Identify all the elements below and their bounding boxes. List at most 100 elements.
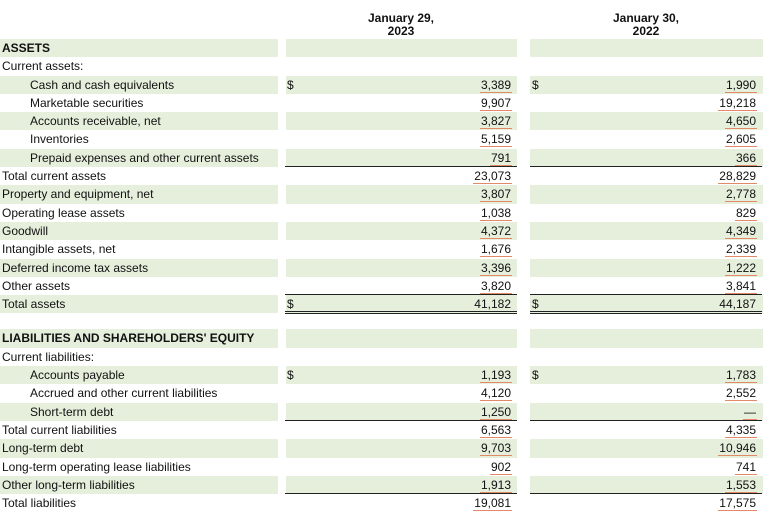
row-label: ASSETS	[2, 41, 51, 55]
value-text: 4,372	[479, 223, 512, 239]
double-underline	[285, 311, 517, 315]
value-text: 1,250	[479, 404, 512, 420]
underline	[530, 166, 762, 168]
row-label: Accounts payable	[30, 368, 125, 383]
table-row: Accounts payable $ $1,193 1,783	[0, 366, 763, 385]
value-text: 366	[734, 150, 757, 166]
value-cell: 28,829	[530, 167, 757, 185]
row-label: Goodwill	[2, 223, 49, 238]
value-text: 9,907	[479, 95, 512, 111]
table-row: Current assets:	[0, 57, 763, 75]
value-cell: 902	[285, 458, 512, 476]
value-text: 1,913	[479, 477, 512, 493]
value-text: 10,946	[718, 441, 757, 457]
value-cell: 41,182	[285, 295, 512, 313]
value-cell: 741	[530, 458, 757, 476]
value-cell: 23,073	[285, 167, 512, 185]
value-cell: 3,827	[285, 112, 512, 130]
value-cell: 44,187	[530, 295, 757, 313]
value-text: 4,349	[724, 223, 757, 239]
row-label: Accrued and other current liabilities	[30, 386, 218, 401]
value-text: —	[743, 404, 757, 420]
table-row: LIABILITIES AND SHAREHOLDERS' EQUITY	[0, 329, 763, 349]
table-row: Accounts receivable, net 3,827 4,650	[0, 112, 763, 131]
value-cell: 9,703	[285, 439, 512, 457]
column-header-line: 2022	[632, 24, 660, 38]
value-text: 1,553	[724, 477, 757, 493]
value-cell: 1,250	[285, 403, 512, 421]
value-cell: 19,081	[285, 494, 512, 512]
value-text: 3,827	[479, 114, 512, 130]
value-cell: 4,120	[285, 384, 512, 402]
underline	[285, 166, 517, 168]
value-text: 829	[734, 205, 757, 221]
table-row: Deferred income tax assets 3,396 1,222	[0, 258, 763, 278]
value-text: 1,193	[479, 368, 512, 384]
table-header: January 29, 2023 January 30, 2022	[0, 0, 763, 41]
value-cell: 4,372	[285, 222, 512, 240]
row-label: Short-term debt	[30, 404, 114, 419]
value-cell: 3,820	[285, 277, 512, 295]
value-cell: 2,605	[530, 130, 757, 148]
value-cell: 3,389	[285, 76, 512, 94]
value-text: 1,783	[724, 368, 757, 384]
table-row: Other long-term liabilities 1,913 1,553	[0, 475, 763, 495]
value-cell: 3,807	[285, 185, 512, 203]
value-text: 3,389	[479, 77, 512, 93]
table-row: Goodwill 4,372 4,349	[0, 221, 763, 241]
table-row: Cash and cash equivalents $ $3,389 1,990	[0, 75, 763, 95]
value-cell: 366	[530, 149, 757, 167]
table-row: Total current assets 23,073 28,829	[0, 167, 763, 185]
table-row: Current liabilities:	[0, 348, 763, 366]
row-label: Operating lease assets	[2, 205, 125, 220]
value-text: 3,841	[724, 278, 757, 294]
value-text: 6,563	[479, 422, 512, 438]
row-label: Total assets	[2, 297, 66, 312]
value-cell: 4,349	[530, 222, 757, 240]
column-header-line: 2023	[387, 24, 415, 38]
value-text: 2,552	[724, 386, 757, 402]
row-label: Current assets:	[2, 59, 84, 74]
table-row: Long-term operating lease liabilities 902…	[0, 458, 763, 476]
row-label: Inventories	[30, 132, 89, 147]
value-cell: 3,841	[530, 277, 757, 295]
value-cell: 1,193	[285, 366, 512, 384]
value-cell: 10,946	[530, 439, 757, 457]
row-label: LIABILITIES AND SHAREHOLDERS' EQUITY	[2, 331, 255, 346]
value-text: 4,650	[724, 114, 757, 130]
table-row: Total liabilities 19,081 17,575	[0, 494, 763, 512]
row-label: Cash and cash equivalents	[30, 77, 175, 92]
value-text: 1,038	[479, 205, 512, 221]
value-cell: 2,778	[530, 185, 757, 203]
value-text: 1,676	[479, 242, 512, 258]
value-text: 23,073	[473, 169, 512, 185]
value-text: 3,807	[479, 187, 512, 203]
row-label: Property and equipment, net	[2, 187, 154, 202]
table-row: Operating lease assets 1,038 829	[0, 204, 763, 222]
value-text: 741	[734, 459, 757, 475]
value-text: 1,990	[724, 77, 757, 93]
value-cell: 2,339	[530, 240, 757, 258]
table-row: ASSETS	[0, 39, 763, 58]
table-row: Other assets 3,820 3,841	[0, 277, 763, 296]
value-text: 4,120	[479, 386, 512, 402]
value-cell: 1,222	[530, 259, 757, 277]
row-label: Total liabilities	[2, 496, 77, 511]
value-text: 3,396	[479, 260, 512, 276]
row-label: Other long-term liabilities	[2, 477, 135, 492]
row-label: Accounts receivable, net	[30, 114, 161, 129]
value-cell: 1,676	[285, 240, 512, 258]
underline	[530, 294, 762, 296]
value-cell: 6,563	[285, 421, 512, 439]
value-text: 791	[489, 150, 512, 166]
value-text: 41,182	[473, 297, 512, 313]
table-row: Long-term debt 9,703 10,946	[0, 439, 763, 458]
value-text: 2,605	[724, 132, 757, 148]
value-text: 3,820	[479, 278, 512, 294]
row-label: Other assets	[2, 278, 71, 293]
table-row: Total assets $ $41,182 44,187	[0, 295, 763, 315]
table-row	[0, 313, 763, 329]
value-cell: —	[530, 403, 757, 421]
value-cell: 2,552	[530, 384, 757, 402]
value-text: 2,339	[724, 242, 757, 258]
